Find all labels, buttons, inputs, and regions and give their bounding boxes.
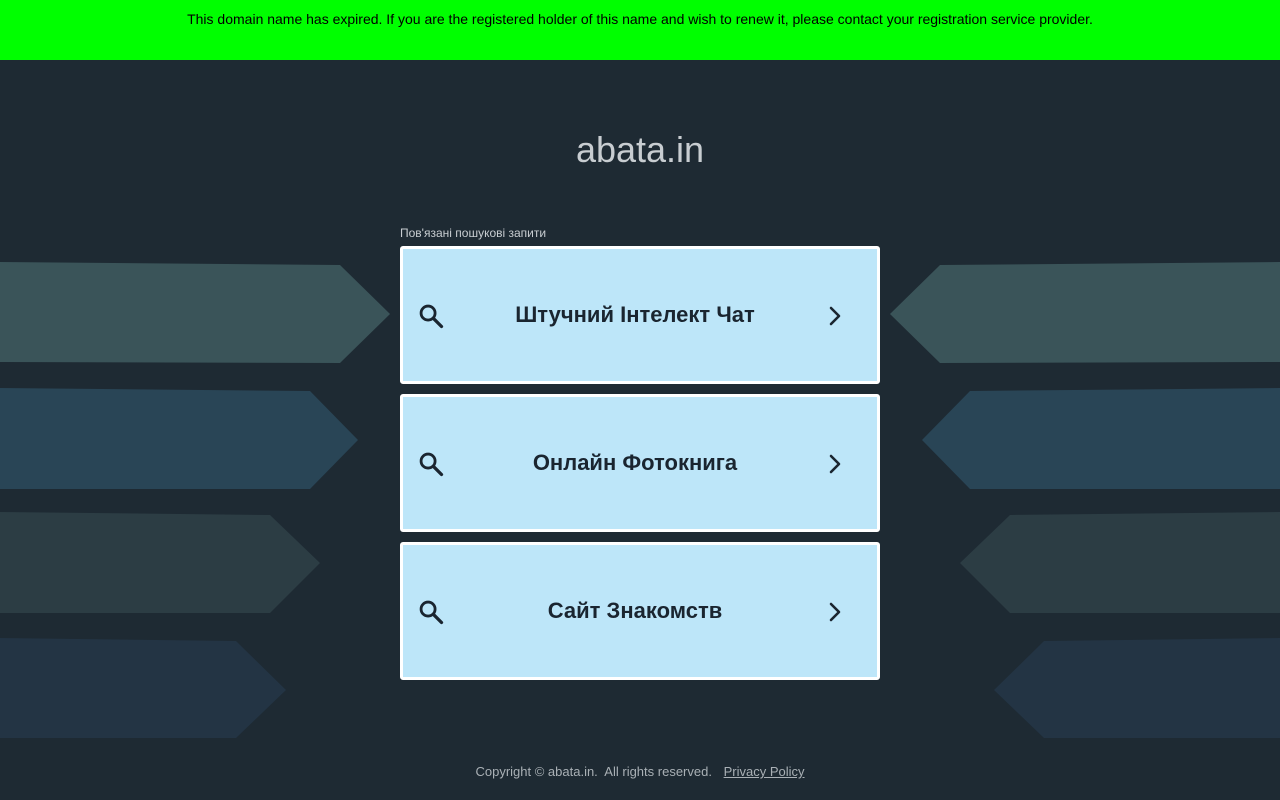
arrow-shape-left-4 <box>0 638 286 738</box>
related-searches-label: Пов'язані пошукові запити <box>400 226 547 240</box>
arrow-shape-right-2 <box>922 388 1280 489</box>
arrow-shape-left-3 <box>0 512 320 613</box>
related-link-label: Сайт Знакомств <box>547 598 723 623</box>
chevron-right-icon <box>829 602 841 622</box>
chevron-right-icon <box>829 306 841 326</box>
arrow-shape-right-4 <box>994 638 1280 738</box>
copyright-text: Copyright © abata.in. All rights reserve… <box>475 764 712 779</box>
related-link-1[interactable]: Штучний Інтелект Чат <box>400 246 880 384</box>
related-link-label: Штучний Інтелект Чат <box>515 302 755 327</box>
banner-text: This domain name has expired. If you are… <box>187 11 1093 27</box>
chevron-right-icon <box>829 454 841 474</box>
footer: Copyright © abata.in. All rights reserve… <box>0 763 1280 781</box>
arrow-shape-left-1 <box>0 262 390 363</box>
expired-domain-banner: This domain name has expired. If you are… <box>0 0 1280 60</box>
related-link-label: Онлайн Фотокнига <box>532 450 738 475</box>
search-icon <box>419 304 444 329</box>
related-link-2[interactable]: Онлайн Фотокнига <box>400 394 880 532</box>
search-icon <box>419 600 444 625</box>
arrow-shape-right-3 <box>960 512 1280 613</box>
arrow-shape-right-1 <box>890 262 1280 363</box>
privacy-policy-link[interactable]: Privacy Policy <box>724 764 805 779</box>
domain-title: abata.in <box>575 129 705 170</box>
search-icon <box>419 452 444 477</box>
related-link-3[interactable]: Сайт Знакомств <box>400 542 880 680</box>
arrow-shape-left-2 <box>0 388 358 489</box>
